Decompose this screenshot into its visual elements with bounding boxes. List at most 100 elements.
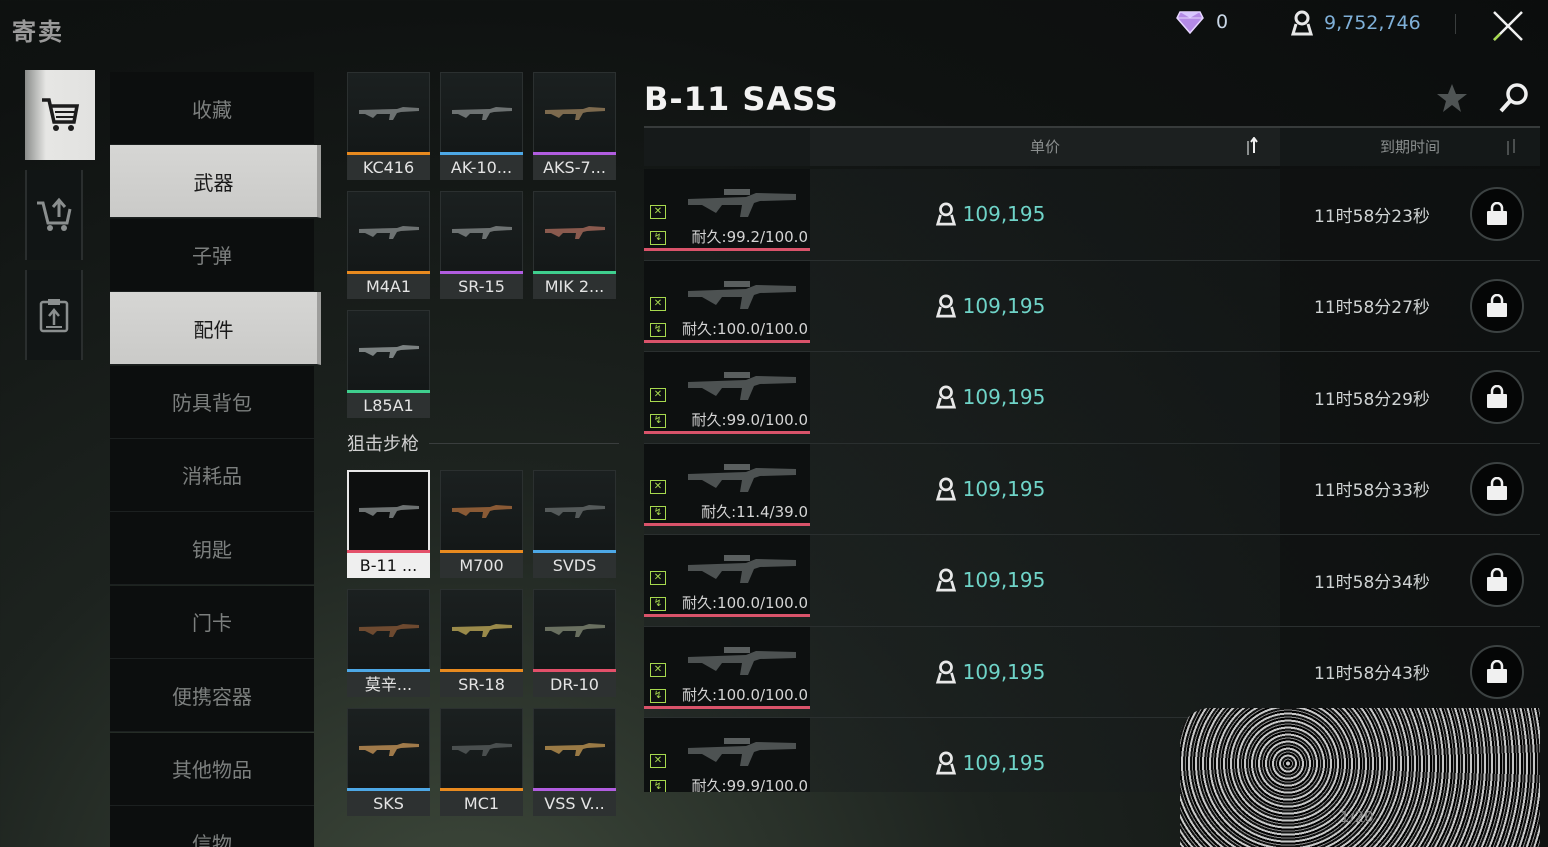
weapon-name: M700 [440,553,523,578]
coin-balance: 9,752,746 [1290,10,1421,36]
buy-button[interactable] [1470,278,1524,333]
sniper-section-header: 狙击步枪 [347,430,619,456]
category-armor-bags[interactable]: 防具背包 [110,365,314,439]
listing-row[interactable]: ✕ ↯ 耐久:100.0/100.0 109,195 11时58分43秒 [644,626,1540,718]
weapon-card[interactable]: MIK 2... [533,191,616,299]
tag-icon: ✕ [650,479,666,494]
weapon-card[interactable]: SR-18 [440,589,523,697]
weapon-card[interactable]: AKS-7... [533,72,616,180]
header-spacer [644,128,810,166]
noise-overlay [1180,708,1540,847]
weapon-name: 莫辛... [347,672,430,697]
close-icon [1493,11,1523,41]
durability-text: 耐久:100.0/100.0 [682,594,808,612]
weapon-card-selected[interactable]: B-11 ... [347,470,430,578]
rifle-icon [347,708,430,788]
category-weapons[interactable]: 武器 [110,145,321,219]
shopping-bag-icon [1487,659,1507,683]
weapon-name: SVDS [533,553,616,578]
category-containers[interactable]: 便携容器 [110,659,314,733]
buy-tab[interactable] [25,70,95,160]
shopping-bag-icon [1487,568,1507,592]
window-title: 寄卖 [12,18,64,46]
buy-button[interactable] [1470,370,1524,425]
favorite-button[interactable] [1436,82,1468,118]
weapon-card[interactable]: SKS [347,708,430,816]
category-tokens[interactable]: 信物 [110,805,314,847]
price-value: 109,195 [962,659,1046,684]
price-header-label: 单价 [1029,138,1060,156]
weapon-card[interactable]: AK-10... [440,72,523,180]
page-indicator: 1/20 [1340,808,1374,826]
search-button[interactable] [1498,82,1530,118]
listing-row[interactable]: ✕ ↯ 耐久:100.0/100.0 109,195 11时58分34秒 [644,535,1540,627]
sort-icon [1507,139,1515,155]
category-favorites[interactable]: 收藏 [110,72,314,145]
rifle-icon [440,72,523,152]
price-value: 109,195 [962,293,1046,318]
coin-count: 9,752,746 [1324,12,1421,34]
shopping-bag-icon [1487,476,1507,500]
weapon-card[interactable]: M700 [440,470,523,578]
listing-row[interactable]: ✕ ↯ 耐久:11.4/39.0 109,195 11时58分33秒 [644,443,1540,535]
expire-cell: 11时58分33秒 [1280,443,1540,534]
weapon-card[interactable]: KC416 [347,72,430,180]
listing-row[interactable]: ✕ ↯ 耐久:99.2/100.0 109,195 11时58分23秒 [644,169,1540,261]
records-tab[interactable] [25,270,83,360]
category-other[interactable]: 其他物品 [110,732,314,806]
weapon-card[interactable]: MC1 [440,708,523,816]
expire-value: 11时58分27秒 [1314,298,1430,319]
weapon-card[interactable]: VSS V... [533,708,616,816]
category-list: 收藏 武器 子弹 配件 防具背包 消耗品 钥匙 门卡 便携容器 其他物品 信物 [110,72,321,847]
item-thumbnail: ✕ ↯ 耐久:99.0/100.0 [644,352,810,434]
rifle-icon [533,589,616,669]
buy-button[interactable] [1470,461,1524,516]
tag-icon: ✕ [650,296,666,311]
weapon-name: VSS V... [533,791,616,816]
shopping-bag-icon [1487,293,1507,317]
listing-table: ✕ ↯ 耐久:99.2/100.0 109,195 11时58分23秒 ✕ ↯ … [644,169,1540,792]
rifle-icon [347,589,430,669]
price-column-header[interactable]: 单价 [810,128,1280,166]
weapon-card[interactable]: DR-10 [533,589,616,697]
weapon-name: MIK 2... [533,274,616,299]
category-keycards[interactable]: 门卡 [110,585,314,659]
price-cell: 109,195 [810,627,1280,718]
coin-icon [935,751,956,775]
star-icon [1437,84,1467,112]
expire-column-header[interactable]: 到期时间 [1280,128,1540,166]
rifle-icon [688,555,796,583]
weapon-card[interactable]: 莫辛... [347,589,430,697]
close-button[interactable] [1488,6,1528,46]
weapon-name: SR-15 [440,274,523,299]
tag-icon: ↯ [650,505,666,520]
price-value: 109,195 [962,751,1046,776]
durability-text: 耐久:100.0/100.0 [682,319,808,338]
buy-button[interactable] [1470,187,1524,242]
weapon-card[interactable]: L85A1 [347,310,430,418]
price-cell: 109,195 [810,535,1280,626]
rifle-icon [533,708,616,788]
item-thumbnail: ✕ ↯ 耐久:100.0/100.0 [644,260,810,343]
weapon-card[interactable]: M4A1 [347,191,430,299]
buy-button[interactable] [1470,553,1524,608]
weapon-card[interactable]: SVDS [533,470,616,578]
rifle-icon [440,470,523,550]
weapon-card[interactable]: SR-15 [440,191,523,299]
listing-row[interactable]: ✕ ↯ 耐久:99.0/100.0 109,195 11时58分29秒 [644,352,1540,444]
category-consumables[interactable]: 消耗品 [110,438,314,512]
tag-icon: ↯ [650,231,666,245]
divider [1455,14,1456,34]
listing-row[interactable]: ✕ ↯ 耐久:100.0/100.0 109,195 11时58分27秒 [644,260,1540,352]
coin-icon [935,294,956,318]
expire-header-label: 到期时间 [1379,138,1440,156]
category-keys[interactable]: 钥匙 [110,512,314,586]
sell-tab[interactable] [25,170,83,260]
rifle-icon [688,189,796,217]
category-attachments[interactable]: 配件 [110,292,321,366]
expire-value: 11时58分33秒 [1314,481,1430,502]
price-value: 109,195 [962,476,1046,501]
buy-button[interactable] [1470,644,1524,699]
rifle-icon [688,463,796,492]
category-ammo[interactable]: 子弹 [110,218,314,292]
